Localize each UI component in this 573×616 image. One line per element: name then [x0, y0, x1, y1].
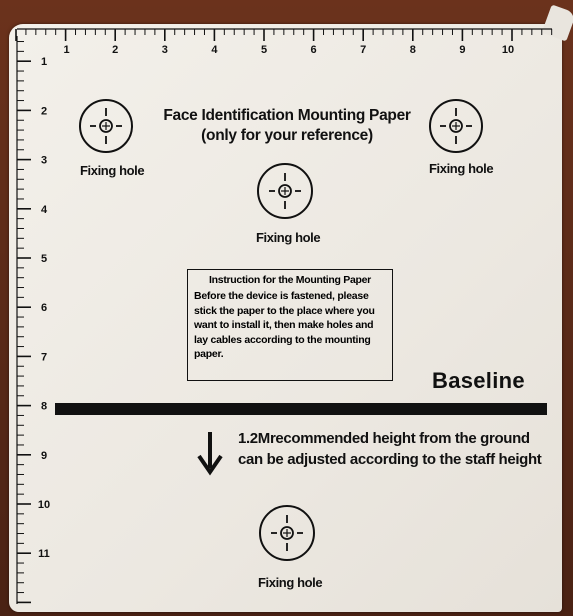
left-ruler-number: 8 — [41, 401, 47, 413]
left-ruler-number: 3 — [41, 155, 47, 167]
instruction-box: Instruction for the Mounting Paper Befor… — [187, 269, 393, 381]
paper-title: Face Identification Mounting Paper (only… — [162, 106, 412, 146]
baseline-bar — [55, 403, 547, 415]
left-ruler-number: 2 — [41, 105, 47, 117]
left-ruler-number: 6 — [41, 302, 47, 314]
fixing-hole-marker-left — [79, 99, 133, 153]
left-ruler-number: 9 — [41, 450, 47, 462]
left-ruler-number: 11 — [38, 548, 50, 560]
top-ruler-number: 10 — [502, 44, 514, 56]
instruction-body: Before the device is fastened, please st… — [194, 290, 375, 360]
title-line-2: (only for your reference) — [201, 127, 373, 144]
title-line-1: Face Identification Mounting Paper — [163, 107, 411, 124]
top-ruler-number: 7 — [360, 44, 366, 56]
left-ruler-number: 1 — [41, 56, 47, 68]
left-ruler-number: 10 — [38, 499, 50, 511]
fixing-hole-marker-right — [429, 99, 483, 153]
fixing-hole-label-right: Fixing hole — [429, 161, 494, 176]
recommendation-line-2: can be adjusted according to the staff h… — [238, 451, 542, 468]
fixing-hole-label-center: Fixing hole — [256, 230, 321, 245]
recommendation-text: 1.2Mrecommended height from the ground c… — [238, 428, 542, 470]
baseline-label: Baseline — [432, 368, 525, 393]
top-ruler-number: 9 — [459, 44, 465, 56]
top-ruler-number: 6 — [311, 44, 317, 56]
fixing-hole-label-bottom: Fixing hole — [258, 575, 323, 590]
recommendation-line-1: 1.2Mrecommended height from the ground — [238, 430, 530, 447]
left-ruler-number: 4 — [41, 204, 48, 216]
fixing-hole-marker-center — [257, 163, 313, 219]
top-ruler-number: 4 — [211, 44, 218, 56]
left-ruler-number: 7 — [41, 351, 47, 363]
top-ruler-number: 2 — [112, 44, 118, 56]
left-ruler-number: 5 — [41, 253, 47, 265]
fixing-hole-marker-bottom — [259, 505, 315, 561]
top-ruler-number: 1 — [64, 44, 70, 56]
top-ruler-number: 8 — [410, 44, 416, 56]
top-ruler-number: 3 — [162, 44, 168, 56]
instruction-title: Instruction for the Mounting Paper — [209, 274, 371, 286]
top-ruler-number: 5 — [261, 44, 267, 56]
fixing-hole-label-left: Fixing hole — [80, 163, 145, 178]
down-arrow-icon — [197, 432, 223, 476]
